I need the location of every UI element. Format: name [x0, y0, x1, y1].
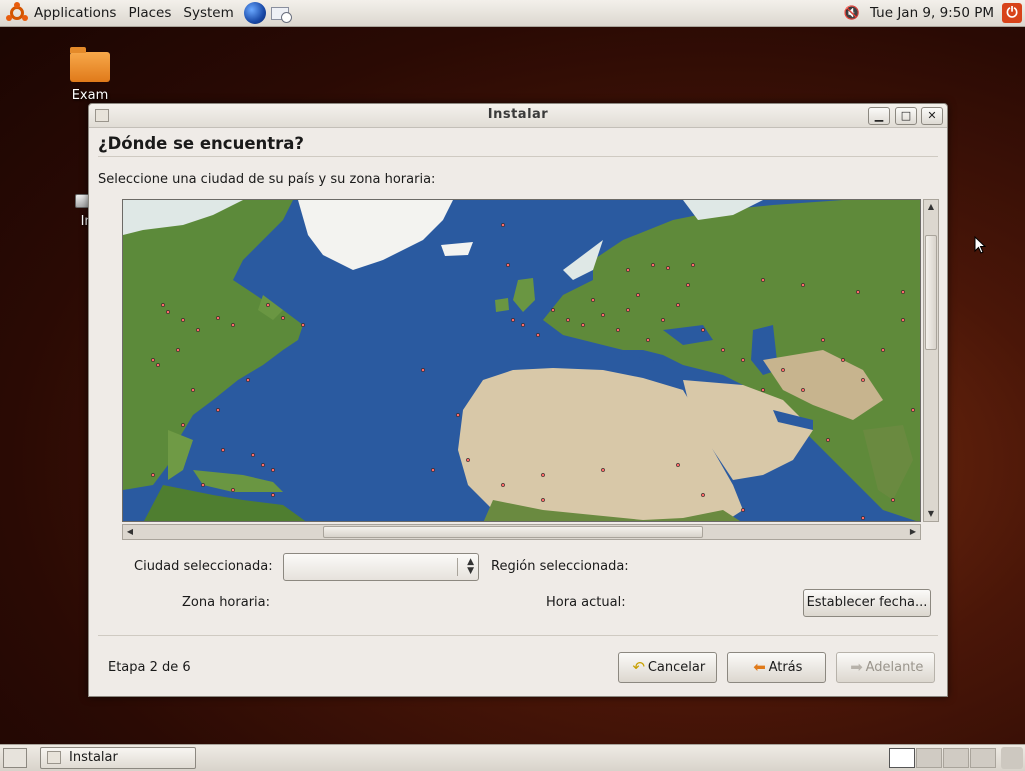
world-map-image[interactable]: [123, 200, 921, 522]
top-panel: Applications Places System 🔇 Tue Jan 9, …: [0, 0, 1025, 27]
window-titlebar[interactable]: Instalar ▁ □ ✕: [89, 104, 947, 128]
arrow-right-icon: ➡: [850, 658, 863, 676]
maximize-button[interactable]: □: [895, 107, 917, 125]
email-client-icon[interactable]: [270, 3, 292, 23]
step-indicator: Etapa 2 de 6: [108, 660, 191, 675]
taskbar-item-instalar[interactable]: Instalar: [40, 747, 196, 769]
window-title: Instalar: [487, 107, 549, 122]
map-vertical-scrollbar[interactable]: ▲ ▼: [923, 199, 939, 522]
installer-window: Instalar ▁ □ ✕ ¿Dónde se encuentra? Sele…: [88, 103, 948, 697]
scrollbar-thumb[interactable]: [925, 235, 937, 350]
set-date-button[interactable]: Establecer fecha...: [803, 589, 931, 617]
folder-icon: [70, 47, 110, 82]
forward-button-label: Adelante: [865, 660, 924, 675]
forward-button[interactable]: ➡ Adelante: [836, 652, 935, 683]
cancel-button[interactable]: ↶ Cancelar: [618, 652, 717, 683]
scrollbar-thumb[interactable]: [323, 526, 703, 538]
zona-horaria-label: Zona horaria:: [182, 595, 271, 610]
minimize-button[interactable]: ▁: [868, 107, 890, 125]
places-menu[interactable]: Places: [122, 0, 177, 27]
desktop-icon-label: Exam: [71, 88, 109, 103]
clock[interactable]: Tue Jan 9, 9:50 PM: [864, 5, 1000, 21]
mouse-cursor-icon: [974, 236, 986, 254]
ubuntu-logo-icon[interactable]: [6, 2, 28, 24]
applications-menu[interactable]: Applications: [28, 0, 122, 27]
bottom-panel: Instalar: [0, 744, 1025, 771]
close-button[interactable]: ✕: [921, 107, 943, 125]
installer-icon: [47, 751, 61, 764]
desktop-icon-examples[interactable]: Exam: [45, 47, 135, 103]
instruction-text: Seleccione una ciudad de su país y su zo…: [98, 172, 436, 187]
show-desktop-icon[interactable]: [3, 748, 27, 768]
power-icon[interactable]: ⏻: [1002, 3, 1022, 23]
system-menu[interactable]: System: [177, 0, 239, 27]
scroll-up-icon[interactable]: ▲: [924, 200, 938, 214]
scroll-down-icon[interactable]: ▼: [924, 507, 938, 521]
map-horizontal-scrollbar[interactable]: ◀ ▶: [122, 524, 921, 540]
arrow-left-icon: ⬅: [753, 658, 766, 676]
workspace-2[interactable]: [916, 748, 942, 768]
spin-arrows-icon: ▲ ▼: [467, 557, 474, 576]
region-label: Región seleccionada:: [491, 559, 629, 574]
volume-icon[interactable]: 🔇: [844, 6, 860, 21]
ciudad-label: Ciudad seleccionada:: [134, 559, 273, 574]
web-browser-icon[interactable]: [243, 2, 266, 24]
timezone-map[interactable]: [122, 199, 921, 522]
divider: [98, 156, 938, 157]
taskbar-item-label: Instalar: [69, 750, 118, 765]
undo-icon: ↶: [632, 658, 646, 676]
workspace-1[interactable]: [889, 748, 915, 768]
hora-actual-label: Hora actual:: [546, 595, 626, 610]
scroll-left-icon[interactable]: ◀: [123, 525, 137, 539]
cancel-button-label: Cancelar: [647, 660, 706, 675]
scroll-right-icon[interactable]: ▶: [906, 525, 920, 539]
back-button[interactable]: ⬅ Atrás: [727, 652, 826, 683]
trash-icon[interactable]: [1001, 747, 1023, 769]
workspace-3[interactable]: [943, 748, 969, 768]
city-select[interactable]: ▲ ▼: [283, 553, 479, 581]
page-title: ¿Dónde se encuentra?: [98, 134, 304, 153]
divider: [98, 635, 938, 636]
back-button-label: Atrás: [768, 660, 803, 675]
workspace-4[interactable]: [970, 748, 996, 768]
